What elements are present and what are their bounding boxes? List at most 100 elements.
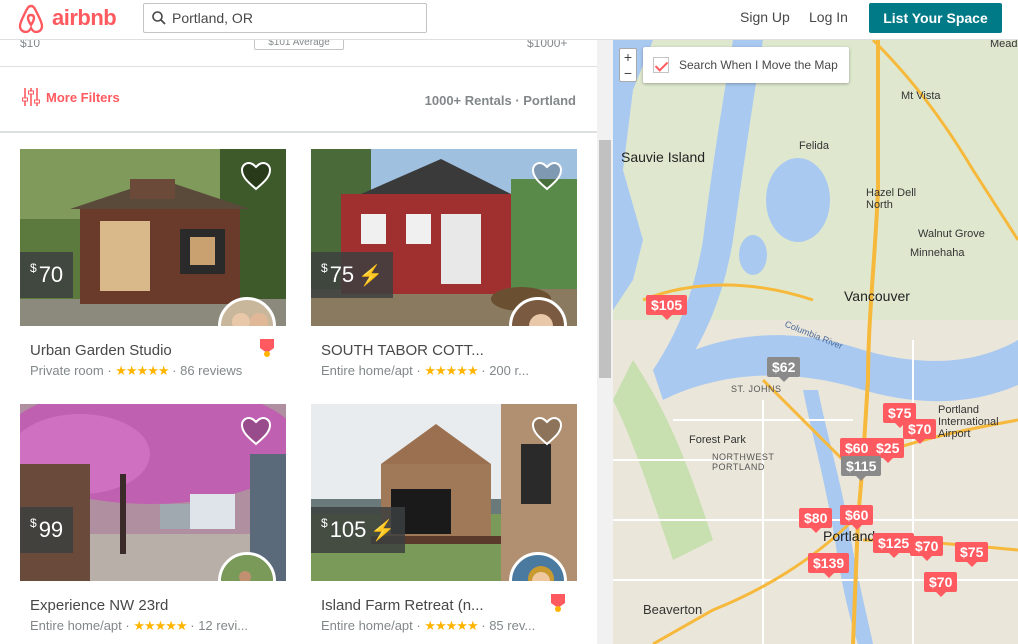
- price-tag: $70: [20, 252, 74, 298]
- listing-card[interactable]: $99 Experience NW 23rd Entire home/apt ·…: [20, 404, 286, 633]
- price-marker[interactable]: $115: [841, 456, 882, 481]
- scrollbar-thumb[interactable]: [599, 140, 611, 378]
- listing-title[interactable]: Urban Garden Studio: [30, 342, 230, 359]
- brand-name: airbnb: [52, 5, 117, 30]
- rental-count: 1000+ Rentals · Portland: [424, 93, 576, 108]
- price-marker[interactable]: $60: [840, 505, 874, 530]
- listing-photo[interactable]: $105 ⚡: [311, 404, 577, 581]
- listings-scrollbar[interactable]: [597, 40, 613, 644]
- price-marker[interactable]: $70: [910, 536, 944, 561]
- map-place-label: Walnut Grove: [918, 228, 985, 240]
- price-average-label: $101 Average: [254, 40, 344, 50]
- price-marker[interactable]: $105: [646, 295, 688, 320]
- review-count: 86 reviews: [180, 363, 243, 378]
- map-place-label: Portland International Airport: [938, 404, 999, 440]
- map-place-label: ST. JOHNS: [731, 384, 782, 394]
- price-tag: $99: [20, 507, 74, 553]
- price-range-filter: $10 $101 Average $1000+: [0, 40, 597, 67]
- rating-stars: ★★★★★: [115, 363, 169, 378]
- listing-photo[interactable]: $70: [20, 149, 286, 326]
- zoom-control: + −: [619, 48, 637, 82]
- price-tag: $105 ⚡: [311, 507, 406, 553]
- room-type: Private room: [30, 363, 104, 378]
- price-marker[interactable]: $62: [767, 357, 801, 382]
- listing-card[interactable]: $70 Urban Garden Studio Private room · ★…: [20, 149, 286, 378]
- review-count: 12 revi...: [198, 618, 249, 633]
- belo-icon: [18, 4, 44, 33]
- listing-photo[interactable]: $99: [20, 404, 286, 581]
- heart-icon[interactable]: [240, 416, 272, 446]
- review-count: 85 rev...: [489, 618, 536, 633]
- price-marker[interactable]: $125: [873, 533, 915, 558]
- map-place-label: Sauvie Island: [621, 149, 706, 165]
- map-place-label: Vancouver: [844, 288, 910, 304]
- search-when-move-toggle[interactable]: Search When I Move the Map: [643, 47, 849, 83]
- map-place-label: Forest Park: [689, 434, 746, 446]
- sliders-icon: [22, 88, 40, 106]
- airbnb-logo[interactable]: airbnb: [18, 3, 117, 33]
- price-marker[interactable]: $139: [808, 553, 850, 578]
- zoom-out-button[interactable]: −: [620, 65, 636, 81]
- filter-bar: More Filters 1000+ Rentals · Portland: [0, 67, 597, 133]
- map-place-label: Minnehaha: [910, 247, 965, 259]
- rating-stars: ★★★★★: [133, 618, 187, 633]
- price-value: 75: [329, 262, 355, 287]
- listing-card[interactable]: $105 ⚡ Island Farm Retreat (n... Entire h…: [311, 404, 577, 633]
- heart-icon[interactable]: [531, 416, 563, 446]
- heart-icon[interactable]: [240, 161, 272, 191]
- map-place-label: Hazel Dell North: [866, 187, 917, 211]
- more-filters-label: More Filters: [46, 89, 120, 105]
- superhost-badge-icon: [551, 594, 565, 612]
- map-place-label: Portland: [823, 528, 876, 544]
- review-count: 200 r...: [489, 363, 529, 378]
- listing-card[interactable]: $75 ⚡ SOUTH TABOR COTT... Entire home/apt…: [311, 149, 577, 378]
- instant-book-icon: ⚡: [358, 264, 384, 287]
- map-place-label: Felida: [799, 140, 829, 152]
- search-when-move-label: Search When I Move the Map: [679, 58, 838, 72]
- price-max-label: $1000+: [527, 40, 568, 50]
- map[interactable]: + − Search When I Move the Map Sauvie Is…: [613, 40, 1018, 644]
- heart-icon[interactable]: [531, 161, 563, 191]
- signup-link[interactable]: Sign Up: [740, 9, 790, 25]
- room-type: Entire home/apt: [30, 618, 122, 633]
- listing-title[interactable]: SOUTH TABOR COTT...: [321, 342, 521, 359]
- map-place-label: NORTHWEST PORTLAND: [712, 452, 775, 472]
- price-marker[interactable]: $60: [840, 438, 874, 463]
- map-place-label: Meadow: [990, 40, 1018, 50]
- listing-title[interactable]: Island Farm Retreat (n...: [321, 597, 521, 614]
- map-place-label: Mt Vista: [901, 90, 941, 102]
- listing-meta: Entire home/apt · ★★★★★ · 85 rev...: [321, 618, 536, 633]
- zoom-in-button[interactable]: +: [620, 49, 636, 65]
- list-your-space-button[interactable]: List Your Space: [869, 3, 1002, 33]
- location-search[interactable]: [143, 3, 427, 33]
- price-marker[interactable]: $70: [924, 572, 958, 597]
- price-marker[interactable]: $75: [955, 542, 989, 567]
- room-type: Entire home/apt: [321, 363, 413, 378]
- search-icon: [152, 11, 166, 25]
- rating-stars: ★★★★★: [424, 363, 478, 378]
- instant-book-icon: ⚡: [370, 519, 396, 542]
- listing-meta: Entire home/apt · ★★★★★ · 200 r...: [321, 363, 529, 378]
- price-min-label: $10: [20, 40, 41, 50]
- price-value: 105: [329, 517, 367, 542]
- rating-stars: ★★★★★: [424, 618, 478, 633]
- header: airbnb Sign Up Log In List Your Space: [0, 0, 1018, 40]
- listing-meta: Private room · ★★★★★ · 86 reviews: [30, 363, 243, 378]
- listing-title[interactable]: Experience NW 23rd: [30, 597, 230, 614]
- location-input[interactable]: [172, 10, 412, 26]
- more-filters-button[interactable]: More Filters: [22, 87, 120, 107]
- search-when-move-checkbox[interactable]: [653, 57, 669, 73]
- price-value: 99: [38, 517, 64, 542]
- price-marker[interactable]: $25: [871, 438, 905, 463]
- superhost-badge-icon: [260, 339, 274, 357]
- price-marker[interactable]: $70: [903, 419, 937, 444]
- price-marker[interactable]: $80: [799, 508, 833, 533]
- listings-panel: $10 $101 Average $1000+ More Filters 100…: [0, 40, 597, 644]
- listing-meta: Entire home/apt · ★★★★★ · 12 revi...: [30, 618, 249, 633]
- room-type: Entire home/apt: [321, 618, 413, 633]
- listing-photo[interactable]: $75 ⚡: [311, 149, 577, 326]
- price-tag: $75 ⚡: [311, 252, 394, 298]
- price-value: 70: [38, 262, 64, 287]
- map-place-label: Beaverton: [643, 602, 703, 617]
- login-link[interactable]: Log In: [809, 9, 848, 25]
